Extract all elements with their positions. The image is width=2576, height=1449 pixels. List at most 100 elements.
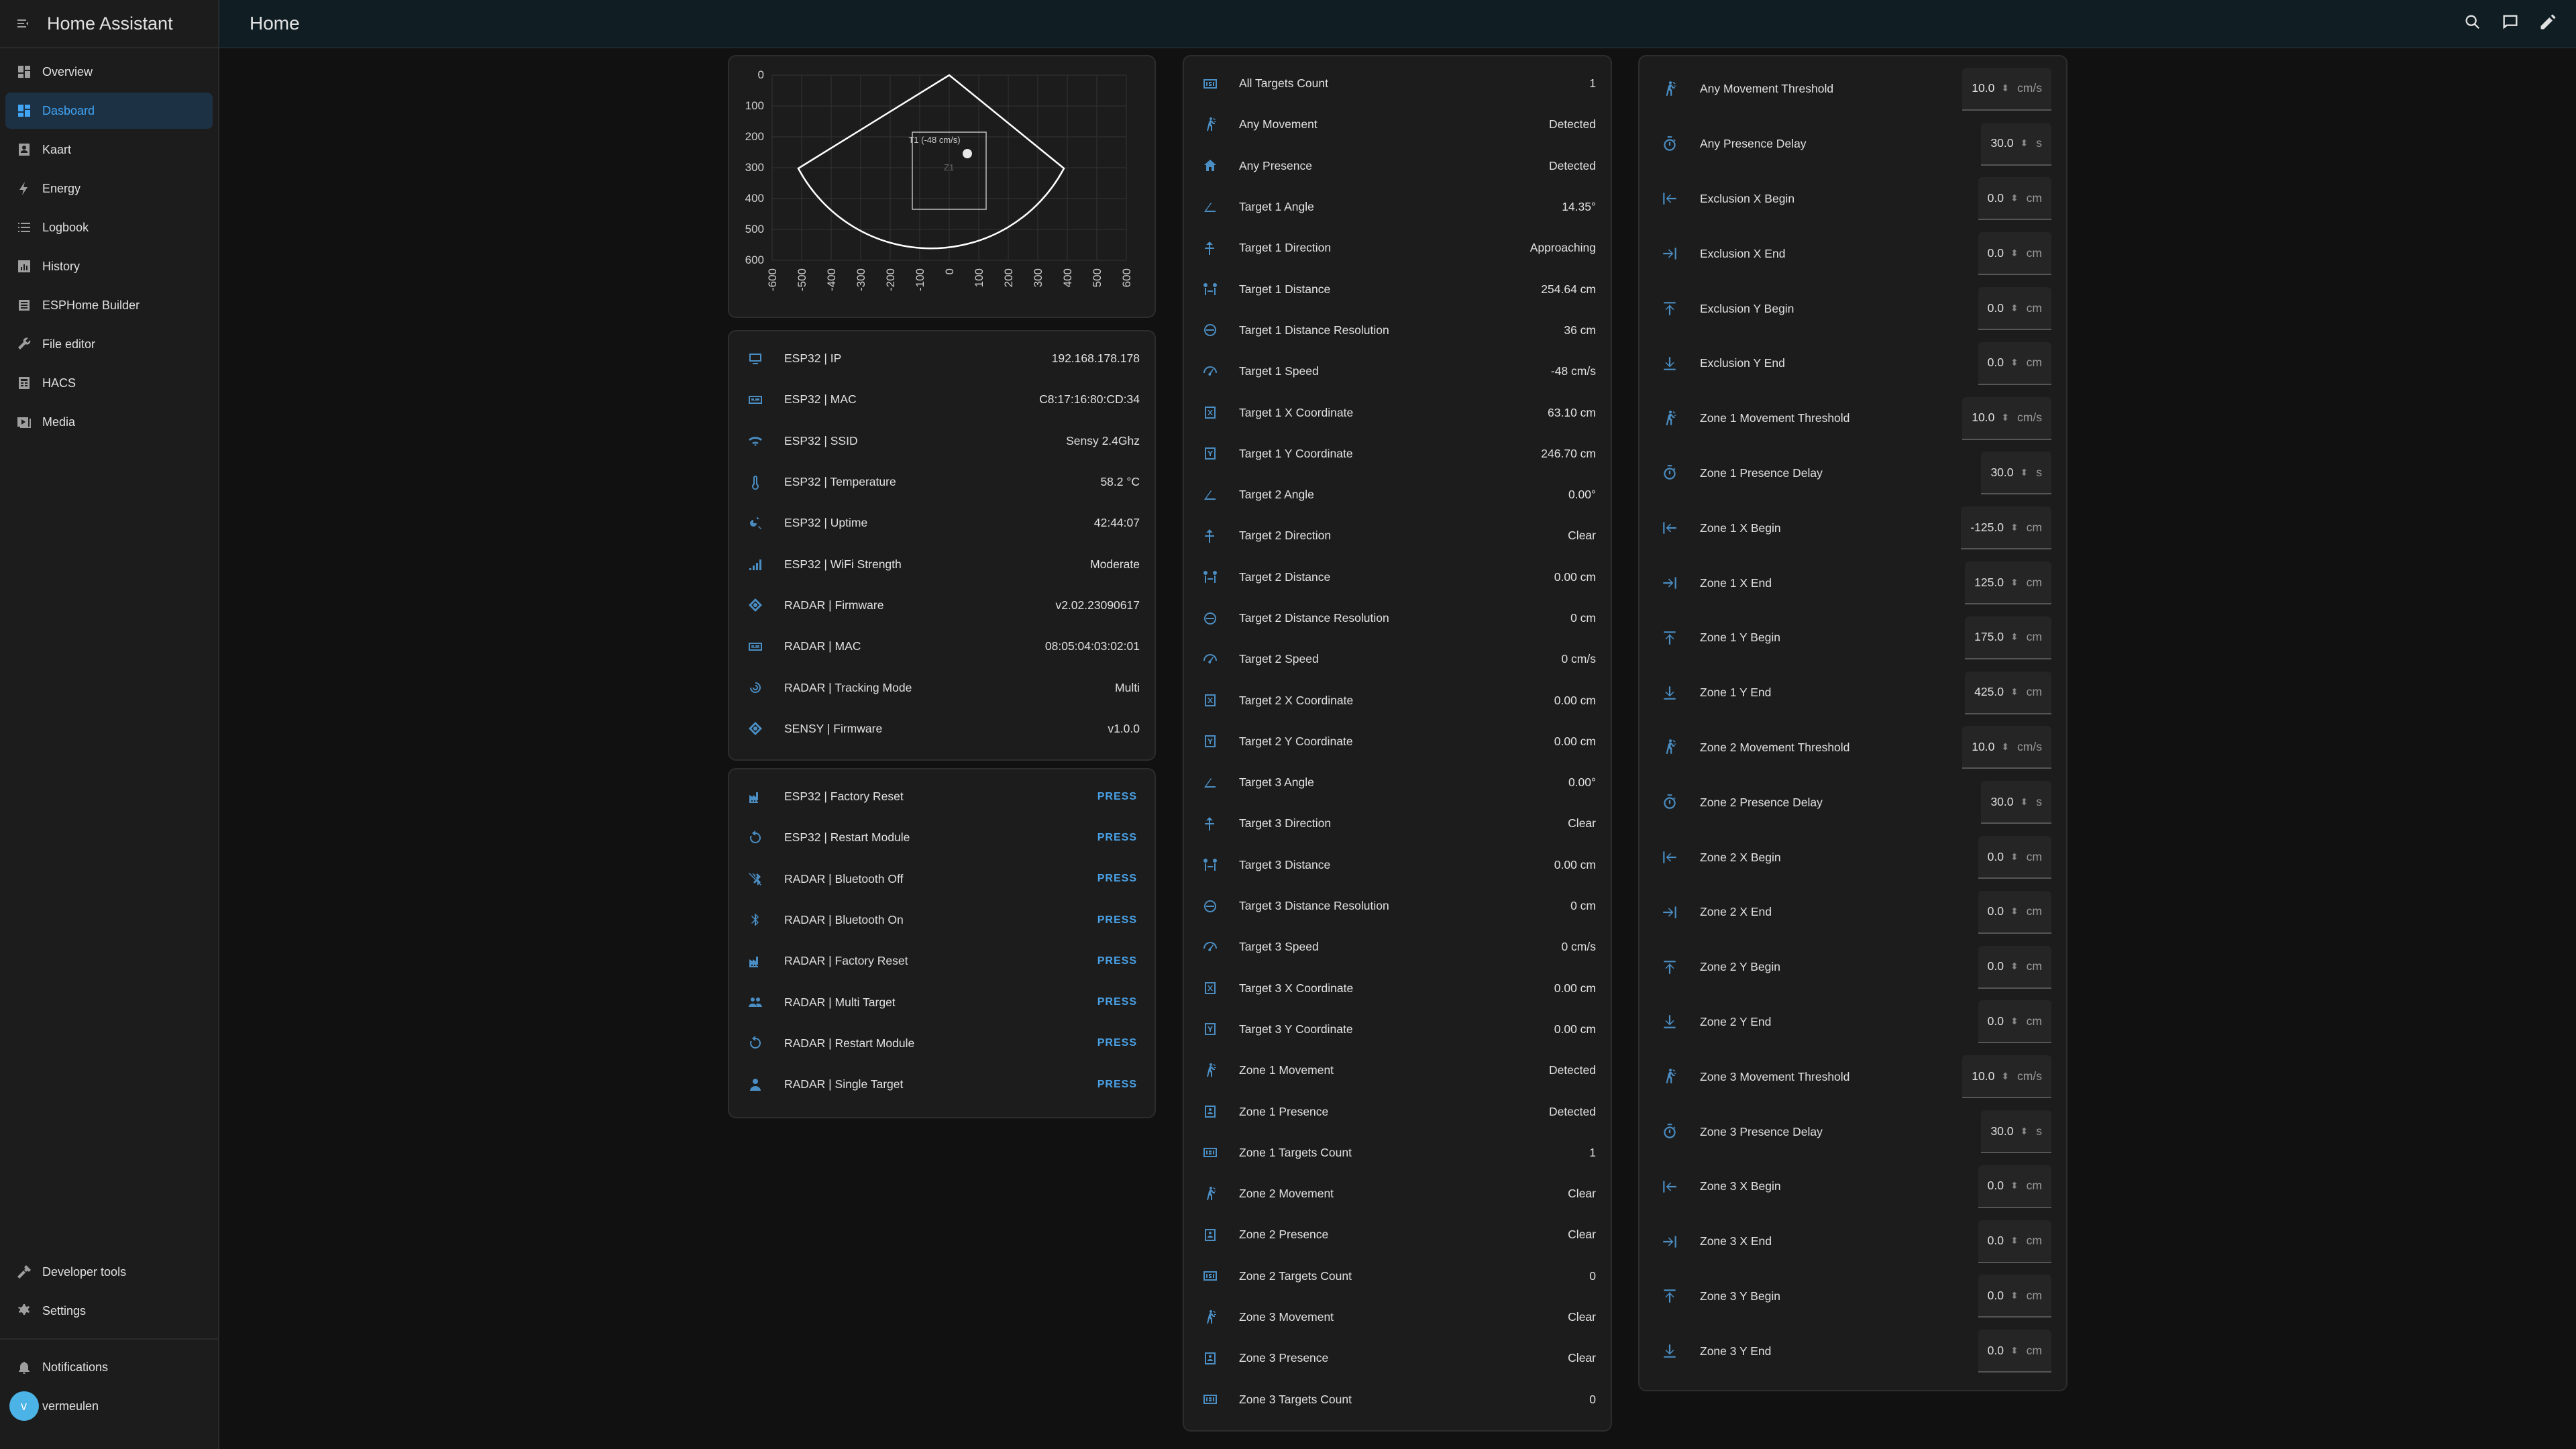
number-input[interactable]: 0.0 ⬍ cm: [1978, 1330, 2051, 1373]
entity-row-any-movement[interactable]: Any Movement Detected: [1184, 104, 1611, 145]
sidebar-item-history[interactable]: History: [5, 248, 213, 284]
press-button[interactable]: PRESS: [1097, 1037, 1137, 1049]
spin-arrows-icon[interactable]: ⬍: [2010, 1180, 2019, 1191]
spin-arrows-icon[interactable]: ⬍: [2021, 796, 2029, 808]
spin-arrows-icon[interactable]: ⬍: [2010, 906, 2019, 917]
entity-row-target-1-direction[interactable]: Target 1 Direction Approaching: [1184, 227, 1611, 268]
entity-row-radar-tracking-mode[interactable]: RADAR | Tracking Mode Multi: [729, 667, 1155, 708]
entity-row-target-1-distance[interactable]: Target 1 Distance 254.64 cm: [1184, 268, 1611, 309]
entity-row-zone-3-targets-count[interactable]: Zone 3 Targets Count 0: [1184, 1379, 1611, 1420]
number-input[interactable]: 30.0 ⬍ s: [1981, 451, 2051, 495]
sidebar-item-hacs[interactable]: HACS: [5, 365, 213, 401]
press-button[interactable]: PRESS: [1097, 1079, 1137, 1091]
entity-row-esp32-ip[interactable]: ESP32 | IP 192.168.178.178: [729, 338, 1155, 379]
sidebar-item-logbook[interactable]: Logbook: [5, 209, 213, 246]
entity-row-esp32-ssid[interactable]: ESP32 | SSID Sensy 2.4Ghz: [729, 421, 1155, 462]
spin-arrows-icon[interactable]: ⬍: [2010, 193, 2019, 204]
entity-row-sensy-firmware[interactable]: SENSY | Firmware v1.0.0: [729, 708, 1155, 749]
entity-row-target-2-y-coordinate[interactable]: Target 2 Y Coordinate 0.00 cm: [1184, 721, 1611, 762]
spin-arrows-icon[interactable]: ⬍: [2001, 412, 2009, 423]
number-input[interactable]: 10.0 ⬍ cm/s: [1962, 726, 2051, 769]
entity-row-target-1-angle[interactable]: Target 1 Angle 14.35°: [1184, 186, 1611, 227]
sidebar-item-kaart[interactable]: Kaart: [5, 131, 213, 168]
entity-row-zone-2-presence[interactable]: Zone 2 Presence Clear: [1184, 1214, 1611, 1255]
entity-row-target-1-y-coordinate[interactable]: Target 1 Y Coordinate 246.70 cm: [1184, 433, 1611, 474]
entity-row-esp32-temperature[interactable]: ESP32 | Temperature 58.2 °C: [729, 462, 1155, 502]
number-input[interactable]: 0.0 ⬍ cm: [1978, 1165, 2051, 1208]
sidebar-item-energy[interactable]: Energy: [5, 170, 213, 207]
number-input[interactable]: 10.0 ⬍ cm/s: [1962, 67, 2051, 111]
number-input[interactable]: 0.0 ⬍ cm: [1978, 1275, 2051, 1318]
entity-row-target-2-direction[interactable]: Target 2 Direction Clear: [1184, 515, 1611, 556]
number-input[interactable]: 0.0 ⬍ cm: [1978, 1220, 2051, 1263]
entity-row-target-3-angle[interactable]: Target 3 Angle 0.00°: [1184, 762, 1611, 803]
number-input[interactable]: 0.0 ⬍ cm: [1978, 890, 2051, 934]
entity-row-target-2-angle[interactable]: Target 2 Angle 0.00°: [1184, 474, 1611, 515]
menu-toggle-button[interactable]: [0, 15, 47, 32]
sidebar-item-overview[interactable]: Overview: [5, 54, 213, 90]
number-input[interactable]: 0.0 ⬍ cm: [1978, 836, 2051, 879]
sidebar-item-developer-tools[interactable]: Developer tools: [5, 1254, 213, 1290]
entity-row-all-targets-count[interactable]: All Targets Count 1: [1184, 63, 1611, 104]
entity-row-esp32-wifi-strength[interactable]: ESP32 | WiFi Strength Moderate: [729, 543, 1155, 584]
sidebar-item-file-editor[interactable]: File editor: [5, 326, 213, 362]
spin-arrows-icon[interactable]: ⬍: [2010, 961, 2019, 972]
entity-row-target-1-distance-resolution[interactable]: Target 1 Distance Resolution 36 cm: [1184, 310, 1611, 351]
press-button[interactable]: PRESS: [1097, 791, 1137, 803]
press-button[interactable]: PRESS: [1097, 996, 1137, 1008]
entity-row-target-3-distance[interactable]: Target 3 Distance 0.00 cm: [1184, 845, 1611, 885]
entity-row-target-3-distance-resolution[interactable]: Target 3 Distance Resolution 0 cm: [1184, 885, 1611, 926]
entity-row-target-2-x-coordinate[interactable]: Target 2 X Coordinate 0.00 cm: [1184, 680, 1611, 720]
number-input[interactable]: 10.0 ⬍ cm/s: [1962, 396, 2051, 440]
entity-row-radar-firmware[interactable]: RADAR | Firmware v2.02.23090617: [729, 585, 1155, 626]
entity-row-radar-mac[interactable]: RADAR | MAC 08:05:04:03:02:01: [729, 626, 1155, 667]
press-button[interactable]: PRESS: [1097, 873, 1137, 885]
press-button[interactable]: PRESS: [1097, 955, 1137, 967]
entity-row-target-3-speed[interactable]: Target 3 Speed 0 cm/s: [1184, 926, 1611, 967]
search-button[interactable]: [2463, 13, 2482, 35]
sidebar-item-notifications[interactable]: Notifications: [5, 1349, 213, 1385]
sidebar-item-dasboard[interactable]: Dasboard: [5, 93, 213, 129]
entity-row-target-1-x-coordinate[interactable]: Target 1 X Coordinate 63.10 cm: [1184, 392, 1611, 433]
spin-arrows-icon[interactable]: ⬍: [2001, 1071, 2009, 1082]
spin-arrows-icon[interactable]: ⬍: [2010, 577, 2019, 588]
number-input[interactable]: 0.0 ⬍ cm: [1978, 287, 2051, 331]
press-button[interactable]: PRESS: [1097, 914, 1137, 926]
number-input[interactable]: 0.0 ⬍ cm: [1978, 1000, 2051, 1044]
spin-arrows-icon[interactable]: ⬍: [2010, 1235, 2019, 1246]
spin-arrows-icon[interactable]: ⬍: [2010, 1290, 2019, 1301]
number-input[interactable]: 175.0 ⬍ cm: [1965, 616, 2051, 659]
number-input[interactable]: 0.0 ⬍ cm: [1978, 232, 2051, 276]
entity-row-esp32-uptime[interactable]: ESP32 | Uptime 42:44:07: [729, 502, 1155, 543]
spin-arrows-icon[interactable]: ⬍: [2010, 1016, 2019, 1027]
entity-row-zone-1-movement[interactable]: Zone 1 Movement Detected: [1184, 1050, 1611, 1091]
sidebar-item-media[interactable]: Media: [5, 404, 213, 440]
spin-arrows-icon[interactable]: ⬍: [2021, 1126, 2029, 1137]
entity-row-target-2-distance[interactable]: Target 2 Distance 0.00 cm: [1184, 557, 1611, 598]
entity-row-any-presence[interactable]: Any Presence Detected: [1184, 146, 1611, 186]
entity-row-target-2-distance-resolution[interactable]: Target 2 Distance Resolution 0 cm: [1184, 598, 1611, 639]
spin-arrows-icon[interactable]: ⬍: [2010, 357, 2019, 368]
entity-row-zone-1-targets-count[interactable]: Zone 1 Targets Count 1: [1184, 1132, 1611, 1173]
entity-row-target-3-y-coordinate[interactable]: Target 3 Y Coordinate 0.00 cm: [1184, 1009, 1611, 1050]
number-input[interactable]: 0.0 ⬍ cm: [1978, 341, 2051, 385]
sidebar-item-user[interactable]: v vermeulen: [5, 1388, 213, 1424]
spin-arrows-icon[interactable]: ⬍: [2010, 1345, 2019, 1356]
press-button[interactable]: PRESS: [1097, 832, 1137, 844]
spin-arrows-icon[interactable]: ⬍: [2001, 741, 2009, 753]
number-input[interactable]: 30.0 ⬍ s: [1981, 122, 2051, 166]
assist-button[interactable]: [2501, 13, 2520, 35]
sidebar-item-settings[interactable]: Settings: [5, 1293, 213, 1329]
spin-arrows-icon[interactable]: ⬍: [2021, 138, 2029, 149]
number-input[interactable]: 125.0 ⬍ cm: [1965, 561, 2051, 605]
number-input[interactable]: 30.0 ⬍ s: [1981, 781, 2051, 824]
entity-row-zone-2-movement[interactable]: Zone 2 Movement Clear: [1184, 1173, 1611, 1214]
spin-arrows-icon[interactable]: ⬍: [2010, 686, 2019, 698]
sidebar-item-esphome-builder[interactable]: ESPHome Builder: [5, 287, 213, 323]
entity-row-zone-2-targets-count[interactable]: Zone 2 Targets Count 0: [1184, 1256, 1611, 1297]
entity-row-target-3-direction[interactable]: Target 3 Direction Clear: [1184, 803, 1611, 844]
spin-arrows-icon[interactable]: ⬍: [2021, 467, 2029, 478]
number-input[interactable]: 30.0 ⬍ s: [1981, 1110, 2051, 1154]
spin-arrows-icon[interactable]: ⬍: [2010, 522, 2019, 533]
entity-row-zone-1-presence[interactable]: Zone 1 Presence Detected: [1184, 1091, 1611, 1132]
